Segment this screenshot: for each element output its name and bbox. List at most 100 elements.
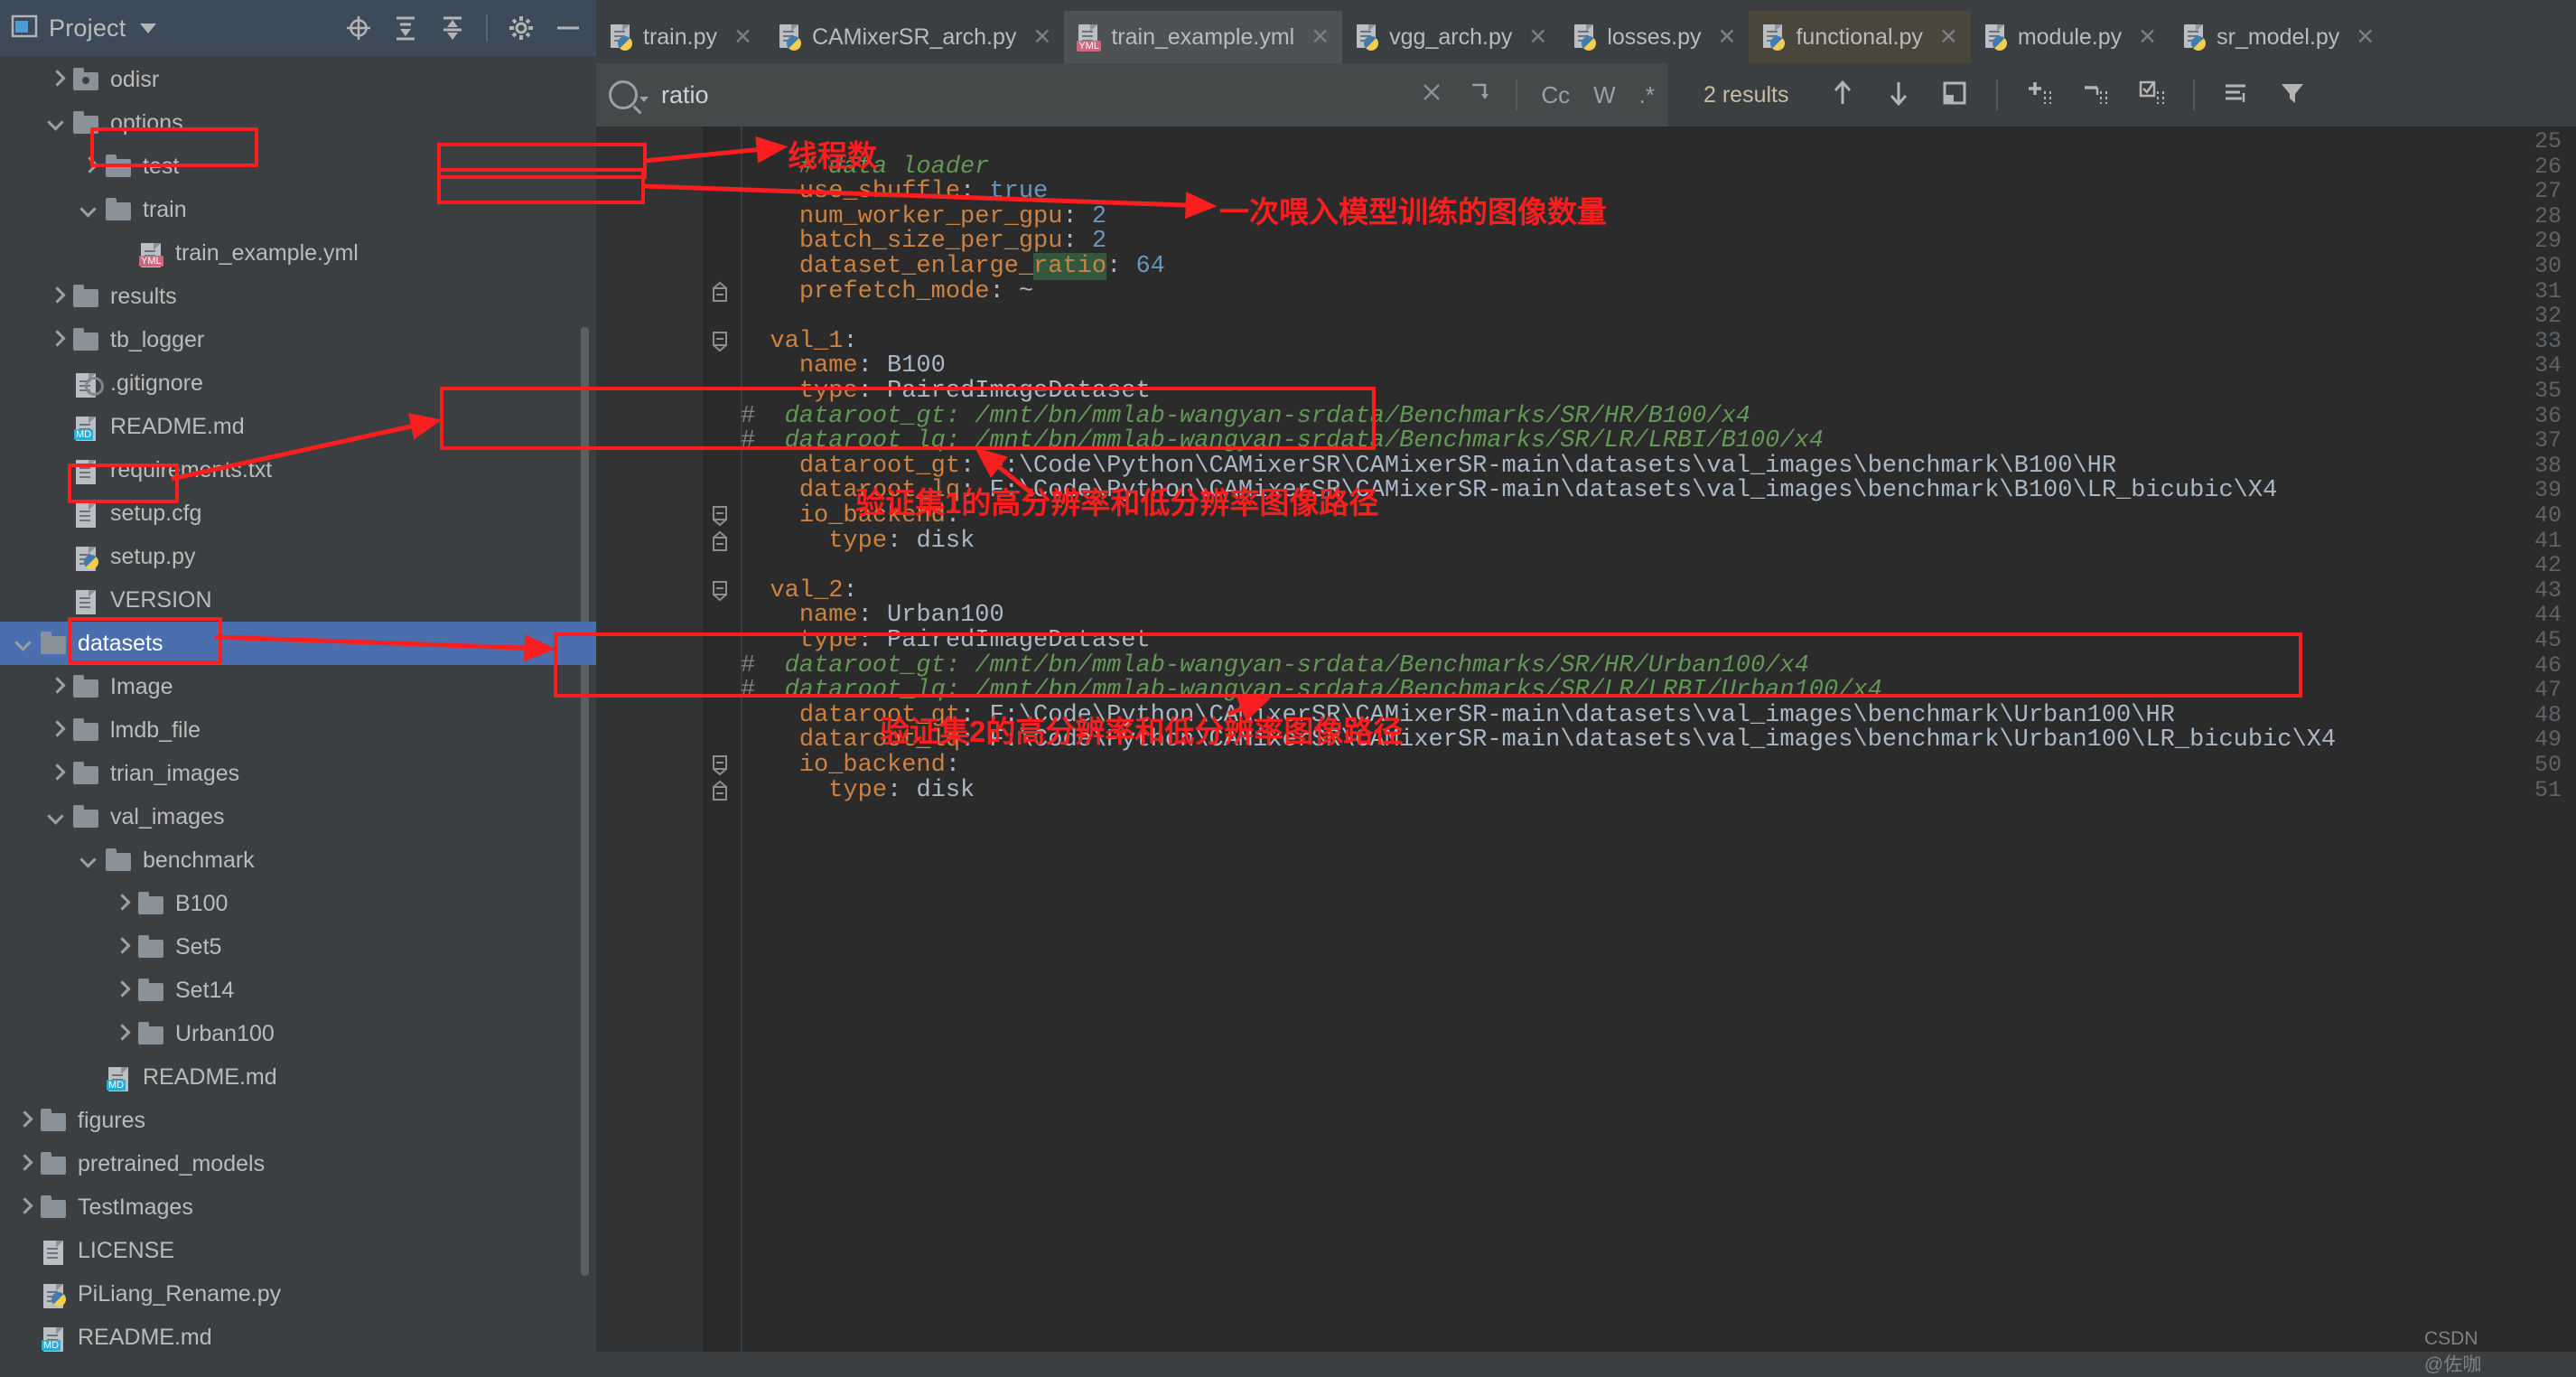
code-line[interactable]: val_2: xyxy=(741,577,857,604)
chevron-right-icon[interactable] xyxy=(47,720,67,740)
editor-tab-train-py[interactable]: train.py ✕ xyxy=(596,11,765,63)
chevron-down-icon[interactable] xyxy=(14,633,34,653)
add-selection-icon[interactable] xyxy=(2025,79,2054,112)
match-case-toggle[interactable]: Cc xyxy=(1541,81,1570,109)
tree-item-figures[interactable]: figures xyxy=(0,1099,596,1142)
chevron-right-icon[interactable] xyxy=(112,937,132,957)
fold-marker[interactable] xyxy=(710,780,732,801)
remove-selection-icon[interactable] xyxy=(2081,79,2110,112)
code-line[interactable]: prefetch_mode: ~ xyxy=(741,278,1033,305)
chevron-right-icon[interactable] xyxy=(47,330,67,350)
close-icon[interactable]: ✕ xyxy=(1718,23,1737,51)
code-line[interactable]: name: B100 xyxy=(741,352,946,379)
chevron-right-icon[interactable] xyxy=(112,1024,132,1044)
gear-icon[interactable] xyxy=(508,14,535,42)
chevron-down-icon[interactable] xyxy=(47,113,67,133)
chevron-right-icon[interactable] xyxy=(47,763,67,783)
tree-item-val-images[interactable]: val_images xyxy=(0,795,596,838)
code-line[interactable]: type: PairedImageDataset xyxy=(741,627,1151,654)
history-icon[interactable] xyxy=(1467,80,1492,111)
find-input-field[interactable]: ratio Cc W .* xyxy=(596,63,1667,126)
collapse-all-icon[interactable] xyxy=(439,14,466,42)
editor-tab-vgg-arch-py[interactable]: vgg_arch.py ✕ xyxy=(1342,11,1560,63)
fold-marker[interactable] xyxy=(710,580,732,602)
chevron-right-icon[interactable] xyxy=(47,70,67,89)
tree-item-requirements-txt[interactable]: requirements.txt xyxy=(0,448,596,492)
code-line[interactable]: name: Urban100 xyxy=(741,602,1004,629)
select-all-occurrences-icon[interactable] xyxy=(1940,79,1969,112)
tree-item-readme-md[interactable]: MD README.md xyxy=(0,1316,596,1354)
code-line[interactable]: type: PairedImageDataset xyxy=(741,378,1151,405)
editor-tab-module-py[interactable]: module.py ✕ xyxy=(1971,11,2170,63)
tree-item-set5[interactable]: Set5 xyxy=(0,925,596,969)
tree-item-lmdb-file[interactable]: lmdb_file xyxy=(0,708,596,752)
locate-icon[interactable] xyxy=(345,14,372,42)
expand-all-icon[interactable] xyxy=(392,14,419,42)
code-line[interactable]: dataroot_gt: F:\Code\Python\CAMixerSR\CA… xyxy=(741,453,2116,480)
code-line[interactable]: type: disk xyxy=(741,777,975,804)
find-query-text[interactable]: ratio xyxy=(661,81,1420,109)
tree-item-datasets[interactable]: datasets xyxy=(0,622,596,665)
code-line[interactable]: batch_size_per_gpu: 2 xyxy=(741,228,1106,255)
editor-tab-camixersr-arch-py[interactable]: CAMixerSR_arch.py ✕ xyxy=(765,11,1064,63)
chevron-down-icon[interactable] xyxy=(79,850,99,870)
code-line[interactable]: io_backend: xyxy=(741,752,960,779)
chevron-right-icon[interactable] xyxy=(112,894,132,913)
tree-item-testimages[interactable]: TestImages xyxy=(0,1185,596,1229)
search-dropdown-icon[interactable] xyxy=(639,97,649,102)
project-file-tree[interactable]: odisr options test train YML train_example.ym… xyxy=(0,56,596,1354)
chevron-right-icon[interactable] xyxy=(14,1197,34,1217)
close-icon[interactable]: ✕ xyxy=(1311,23,1330,51)
whole-words-toggle[interactable]: W xyxy=(1593,81,1616,109)
chevron-right-icon[interactable] xyxy=(47,677,67,697)
code-line[interactable]: # dataroot_lq: /mnt/bn/mmlab-wangyan-srd… xyxy=(741,677,1882,704)
code-line[interactable]: # dataroot_gt: /mnt/bn/mmlab-wangyan-srd… xyxy=(741,403,1750,430)
close-icon[interactable]: ✕ xyxy=(1528,23,1547,51)
code-line[interactable]: val_1: xyxy=(741,328,857,355)
code-line[interactable]: dataset_enlarge_ratio: 64 xyxy=(741,253,1165,280)
tree-item-train[interactable]: train xyxy=(0,188,596,231)
close-icon[interactable] xyxy=(1420,80,1443,110)
tree-item-odisr[interactable]: odisr xyxy=(0,58,596,101)
editor-tab-train-example-yml[interactable]: YML train_example.yml ✕ xyxy=(1064,11,1343,63)
close-icon[interactable]: ✕ xyxy=(1939,23,1958,51)
chevron-right-icon[interactable] xyxy=(79,156,99,176)
code-line[interactable]: num_worker_per_gpu: 2 xyxy=(741,203,1106,230)
fold-marker[interactable] xyxy=(710,754,732,776)
close-icon[interactable]: ✕ xyxy=(733,23,752,51)
tree-item-image[interactable]: Image xyxy=(0,665,596,708)
tree-item-setup-cfg[interactable]: setup.cfg xyxy=(0,492,596,535)
chevron-right-icon[interactable] xyxy=(47,286,67,306)
code-line[interactable]: type: disk xyxy=(741,528,975,555)
tree-item-pretrained-models[interactable]: pretrained_models xyxy=(0,1142,596,1185)
tree-item-license[interactable]: LICENSE xyxy=(0,1229,596,1272)
code-line[interactable]: # dataroot_lq: /mnt/bn/mmlab-wangyan-srd… xyxy=(741,427,1824,454)
close-icon[interactable]: ✕ xyxy=(1032,23,1051,51)
editor-tab-losses-py[interactable]: losses.py ✕ xyxy=(1560,11,1749,63)
check-selection-icon[interactable] xyxy=(2137,79,2166,112)
tree-item-urban100[interactable]: Urban100 xyxy=(0,1012,596,1055)
code-line[interactable]: use_shuffle: true xyxy=(741,178,1048,205)
editor-tab-sr-model-py[interactable]: sr_model.py ✕ xyxy=(2170,11,2387,63)
list-icon[interactable] xyxy=(2222,79,2251,112)
minimize-icon[interactable] xyxy=(555,14,582,42)
tree-item-readme-md[interactable]: MD README.md xyxy=(0,405,596,448)
regex-toggle[interactable]: .* xyxy=(1639,81,1655,109)
chevron-down-icon[interactable] xyxy=(47,807,67,827)
tree-item-piliang-rename-py[interactable]: PiLiang_Rename.py xyxy=(0,1272,596,1316)
chevron-down-icon[interactable] xyxy=(140,23,157,33)
next-match-icon[interactable] xyxy=(1884,79,1913,112)
prev-match-icon[interactable] xyxy=(1828,79,1857,112)
tree-item-test[interactable]: test xyxy=(0,145,596,188)
fold-marker[interactable] xyxy=(710,505,732,527)
chevron-right-icon[interactable] xyxy=(14,1154,34,1174)
tree-item-readme-md[interactable]: MD README.md xyxy=(0,1055,596,1099)
chevron-down-icon[interactable] xyxy=(79,200,99,220)
tree-item-b100[interactable]: B100 xyxy=(0,882,596,925)
tree-item-setup-py[interactable]: setup.py xyxy=(0,535,596,578)
close-icon[interactable]: ✕ xyxy=(2138,23,2157,51)
tree-item-options[interactable]: options xyxy=(0,101,596,145)
tree-item-version[interactable]: VERSION xyxy=(0,578,596,622)
filter-icon[interactable] xyxy=(2278,79,2307,112)
chevron-right-icon[interactable] xyxy=(14,1110,34,1130)
